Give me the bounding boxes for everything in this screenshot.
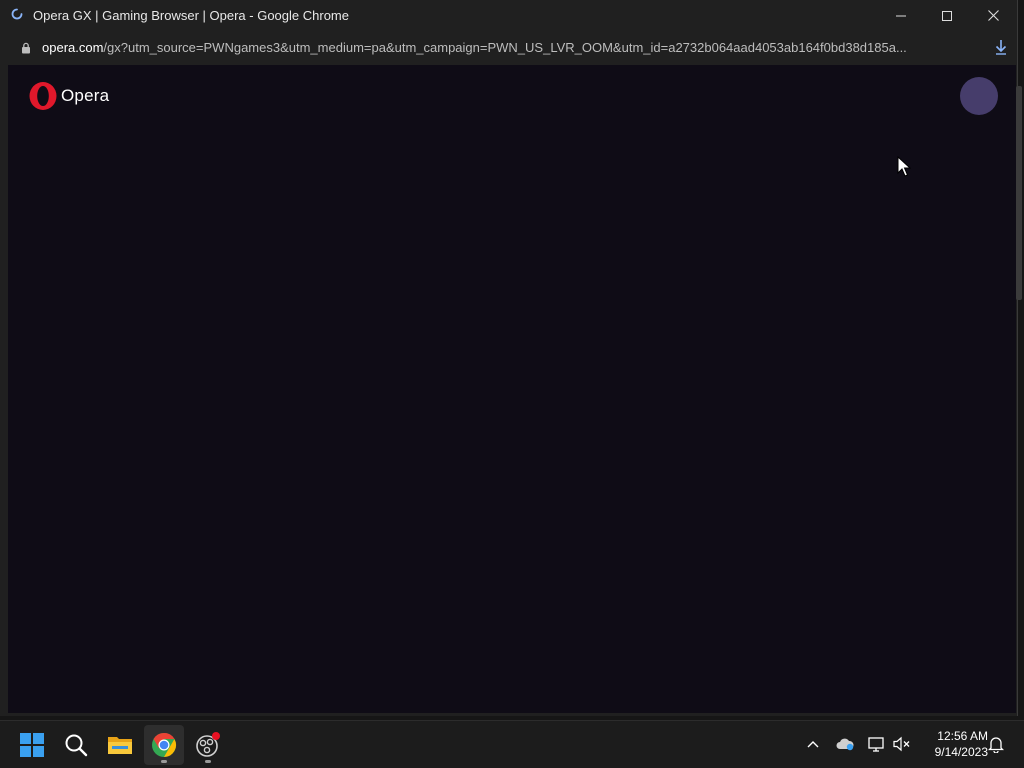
url-path: /gx?utm_source=PWNgames3&utm_medium=pa&u… xyxy=(103,40,907,55)
chrome-button[interactable] xyxy=(144,725,184,765)
url-domain: opera.com xyxy=(42,40,104,55)
opera-logo[interactable]: Opera xyxy=(28,81,109,111)
volume-button[interactable] xyxy=(891,733,913,755)
running-app-indicator xyxy=(205,760,211,763)
minimize-icon xyxy=(896,15,906,16)
maximize-button[interactable] xyxy=(924,0,970,31)
bell-icon xyxy=(988,736,1004,753)
clock-date: 9/14/2023 xyxy=(934,745,988,759)
active-app-indicator xyxy=(161,760,167,763)
start-icon xyxy=(20,733,44,757)
obs-icon xyxy=(196,732,220,757)
browser-window: Opera GX | Gaming Browser | Opera - Goog… xyxy=(0,0,1018,716)
start-button[interactable] xyxy=(12,725,52,765)
title-bar[interactable]: Opera GX | Gaming Browser | Opera - Goog… xyxy=(0,0,1018,32)
window-title: Opera GX | Gaming Browser | Opera - Goog… xyxy=(33,8,349,23)
search-icon xyxy=(65,734,88,757)
page-viewport: Opera xyxy=(8,65,1016,713)
download-icon[interactable] xyxy=(994,39,1008,55)
minimize-button[interactable] xyxy=(878,0,924,31)
onedrive-cloud-icon xyxy=(836,738,854,751)
chrome-icon xyxy=(152,733,177,757)
address-bar[interactable]: opera.com/gx?utm_source=PWNgames3&utm_me… xyxy=(0,32,1018,64)
scrollbar-thumb[interactable] xyxy=(1016,86,1022,300)
loading-spinner-icon xyxy=(11,8,23,20)
chevron-up-icon xyxy=(807,741,819,748)
url-text[interactable]: opera.com/gx?utm_source=PWNgames3&utm_me… xyxy=(42,40,967,55)
clock-time: 12:56 AM xyxy=(937,729,988,743)
network-button[interactable] xyxy=(866,733,888,755)
close-icon xyxy=(987,10,999,21)
volume-muted-icon xyxy=(893,736,910,752)
onedrive-button[interactable] xyxy=(834,733,856,755)
mouse-cursor-icon xyxy=(897,156,911,177)
opera-logo-icon xyxy=(29,82,57,110)
network-icon xyxy=(868,737,884,752)
notifications-button[interactable] xyxy=(985,733,1007,755)
file-explorer-icon xyxy=(108,737,132,754)
system-clock[interactable]: 12:56 AM 9/14/2023 xyxy=(918,728,988,760)
obs-button[interactable] xyxy=(188,725,228,765)
show-hidden-icons-button[interactable] xyxy=(802,733,824,755)
lock-icon[interactable] xyxy=(21,42,31,54)
file-explorer-button[interactable] xyxy=(100,725,140,765)
search-button[interactable] xyxy=(56,725,96,765)
taskbar: 12:56 AM 9/14/2023 xyxy=(0,720,1024,768)
maximize-icon xyxy=(942,10,952,21)
close-button[interactable] xyxy=(970,0,1016,31)
page-avatar[interactable] xyxy=(960,77,998,115)
opera-logo-text: Opera xyxy=(61,86,110,105)
